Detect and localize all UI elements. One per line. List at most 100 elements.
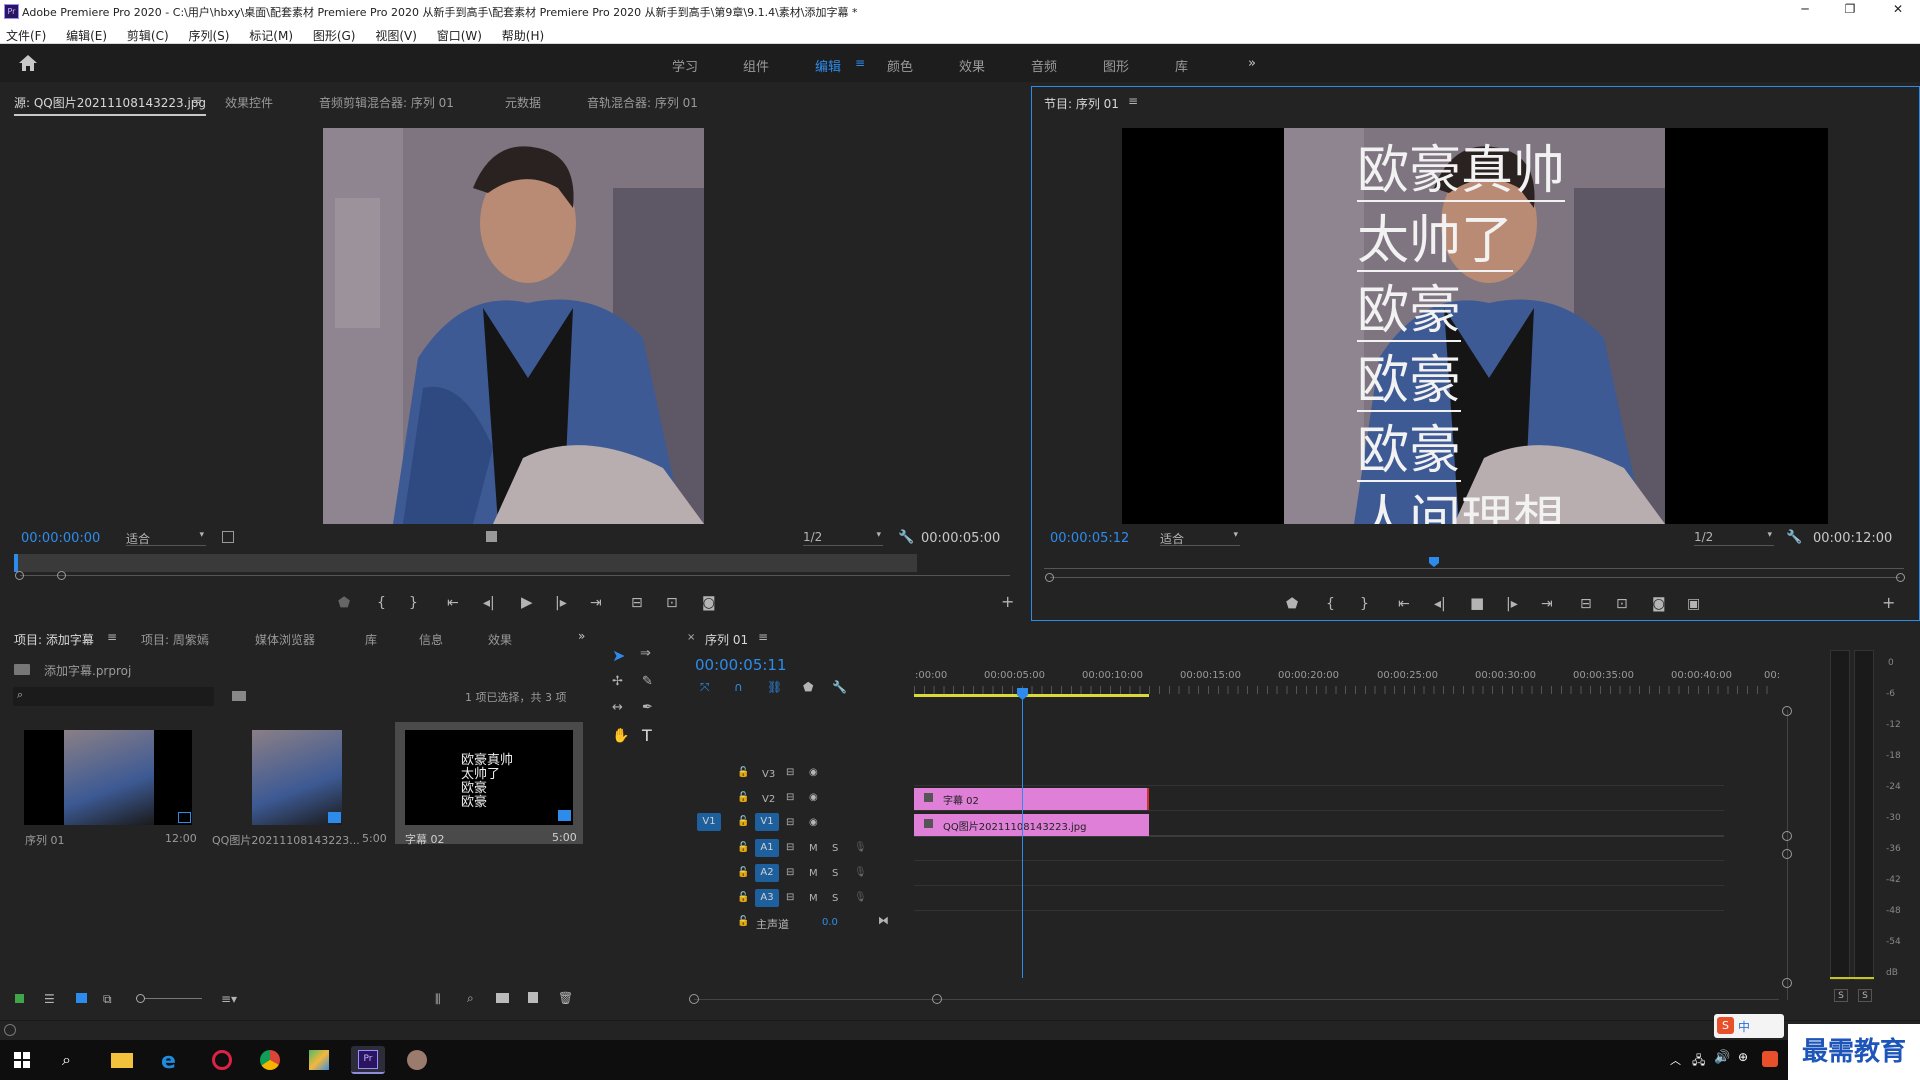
work-area-bar[interactable]	[914, 694, 1149, 697]
master-volume[interactable]: 0.0	[822, 917, 838, 928]
workspace-libraries[interactable]: 库	[1175, 56, 1188, 75]
restore-button[interactable]: ❐	[1840, 2, 1860, 16]
go-to-out-icon[interactable]: ⇥	[590, 596, 602, 610]
clip-caption[interactable]: 字幕 02	[914, 788, 1149, 810]
tab-source[interactable]: 源: QQ图片20211108143223.jpg	[14, 94, 207, 116]
source-playhead[interactable]	[14, 554, 18, 572]
search-icon[interactable]: ⌕	[62, 1050, 71, 1070]
tab-media-browser[interactable]: 媒体浏览器	[255, 631, 315, 648]
step-back-icon[interactable]: ◂|	[483, 596, 495, 610]
step-forward-icon[interactable]: |▸	[555, 596, 567, 610]
freeform-view-icon[interactable]: ⧉	[103, 992, 112, 1007]
menu-clip[interactable]: 剪辑(C)	[127, 29, 169, 43]
type-tool-icon[interactable]: T	[642, 726, 652, 745]
nest-icon[interactable]: ⤧	[700, 680, 710, 695]
lock-icon[interactable]: 🔓	[737, 767, 749, 778]
tab-project-add-captions[interactable]: 项目: 添加字幕	[14, 631, 94, 648]
tab-sequence[interactable]: 序列 01	[705, 631, 748, 648]
scroll-handle[interactable]	[1782, 849, 1792, 859]
selection-tool-icon[interactable]: ➤	[612, 646, 625, 665]
timeline-ruler[interactable]: :00:00 00:00:05:00 00:00:10:00 00:00:15:…	[914, 660, 1780, 708]
linked-selection-icon[interactable]: ⛓	[767, 680, 782, 694]
program-zoom-handle-left[interactable]	[1045, 573, 1054, 582]
workspace-assembly[interactable]: 组件	[743, 56, 769, 75]
export-frame-icon[interactable]: ◙	[702, 596, 716, 610]
ime-toolbar[interactable]: S 中	[1714, 1014, 1784, 1038]
mute-button[interactable]: M	[809, 843, 818, 854]
program-time-ruler[interactable]	[1044, 557, 1904, 569]
insert-icon[interactable]: ⊟	[631, 596, 643, 610]
export-frame-icon[interactable]: ◙	[1652, 597, 1666, 611]
solo-left-button[interactable]: S	[1834, 989, 1848, 1002]
go-to-edit-icon[interactable]: ⧓	[878, 914, 889, 927]
photos-app-icon[interactable]	[400, 1046, 434, 1074]
home-icon[interactable]	[18, 54, 38, 72]
microphone-icon[interactable]: 🎙	[854, 867, 867, 878]
menu-edit[interactable]: 编辑(E)	[66, 29, 107, 43]
track-label-a1[interactable]: A1	[755, 839, 779, 857]
tab-effect-controls[interactable]: 效果控件	[225, 94, 273, 111]
zoom-slider[interactable]	[136, 994, 202, 1003]
close-tab-icon[interactable]: ×	[687, 632, 695, 643]
menu-marker[interactable]: 标记(M)	[249, 29, 293, 43]
mark-out-icon[interactable]: }	[409, 596, 418, 610]
mute-button[interactable]: M	[809, 893, 818, 904]
source-resolution-dropdown[interactable]: 1/2 ▾	[803, 530, 883, 546]
add-marker-icon[interactable]: ⬟	[338, 596, 350, 610]
play-icon[interactable]: ▶	[521, 595, 533, 610]
tray-chevron-icon[interactable]: ︿	[1670, 1052, 1681, 1068]
scroll-handle[interactable]	[1782, 706, 1792, 716]
sync-lock-icon[interactable]: ⊟	[786, 792, 794, 803]
sort-icon[interactable]: ≡▾	[221, 992, 237, 1006]
new-item-icon[interactable]	[528, 992, 538, 1003]
lock-icon[interactable]: 🔓	[737, 916, 749, 927]
go-to-in-icon[interactable]: ⇤	[447, 596, 459, 610]
source-zoom-handle-left[interactable]	[15, 571, 24, 580]
automate-to-sequence-icon[interactable]: ⫼	[435, 992, 441, 1007]
workspace-effects[interactable]: 效果	[959, 56, 985, 75]
drag-video-icon[interactable]	[486, 531, 497, 542]
sync-lock-icon[interactable]: ⊟	[786, 867, 794, 878]
snap-icon[interactable]: ∩	[734, 680, 743, 694]
program-resolution-dropdown[interactable]: 1/2 ▾	[1694, 530, 1774, 546]
project-item-image[interactable]: QQ图片20211108143223... 5:00	[212, 728, 390, 847]
close-button[interactable]: ✕	[1888, 2, 1908, 16]
step-forward-icon[interactable]: |▸	[1506, 597, 1518, 611]
new-bin-icon[interactable]	[496, 993, 509, 1003]
workspace-graphics[interactable]: 图形	[1103, 56, 1129, 75]
project-tab-menu-icon[interactable]: ≡	[107, 630, 117, 644]
file-explorer-icon[interactable]	[105, 1046, 139, 1074]
menu-file[interactable]: 文件(F)	[6, 29, 46, 43]
eye-icon[interactable]: ◉	[809, 767, 818, 778]
project-item-sequence[interactable]: 序列 01 12:00	[20, 728, 198, 847]
find-icon[interactable]: ⌕	[467, 991, 474, 1006]
workspace-more-icon[interactable]: »	[1248, 56, 1256, 71]
tab-audio-clip-mixer[interactable]: 音频剪辑混合器: 序列 01	[319, 94, 454, 111]
razor-tool-icon[interactable]: ✎	[642, 674, 653, 689]
overwrite-icon[interactable]: ⊡	[666, 596, 678, 610]
menu-sequence[interactable]: 序列(S)	[188, 29, 229, 43]
program-fit-dropdown[interactable]: 适合 ▾	[1160, 530, 1240, 546]
sogou-taskbar-icon[interactable]	[1762, 1051, 1778, 1067]
source-zoom-handle-right[interactable]	[57, 571, 66, 580]
sync-lock-icon[interactable]: ⊟	[786, 842, 794, 853]
fit-toggle-icon[interactable]	[222, 531, 234, 543]
menu-graphics[interactable]: 图形(G)	[313, 29, 356, 43]
premiere-taskbar-icon[interactable]: Pr	[351, 1046, 385, 1074]
scroll-handle[interactable]	[1782, 831, 1792, 841]
volume-icon[interactable]: 🔊	[1714, 1050, 1730, 1065]
add-button-icon[interactable]: +	[1882, 595, 1895, 611]
workspace-editing[interactable]: 编辑	[815, 56, 841, 75]
list-view-icon[interactable]: ☰	[44, 992, 55, 1006]
horizontal-zoom-bar[interactable]	[694, 999, 1779, 1000]
wrench-icon[interactable]: 🔧	[1786, 530, 1802, 545]
zoom-handle-left[interactable]	[689, 994, 699, 1004]
lock-icon[interactable]: 🔓	[737, 792, 749, 803]
chrome-icon[interactable]	[253, 1046, 287, 1074]
tab-project-zhou[interactable]: 项目: 周紫嫣	[141, 631, 209, 648]
minimize-button[interactable]: ─	[1795, 2, 1815, 16]
solo-button[interactable]: S	[832, 843, 838, 854]
lock-icon[interactable]: 🔓	[737, 842, 749, 853]
timeline-tab-menu-icon[interactable]: ≡	[758, 630, 768, 644]
snipping-tool-icon[interactable]	[205, 1046, 239, 1074]
